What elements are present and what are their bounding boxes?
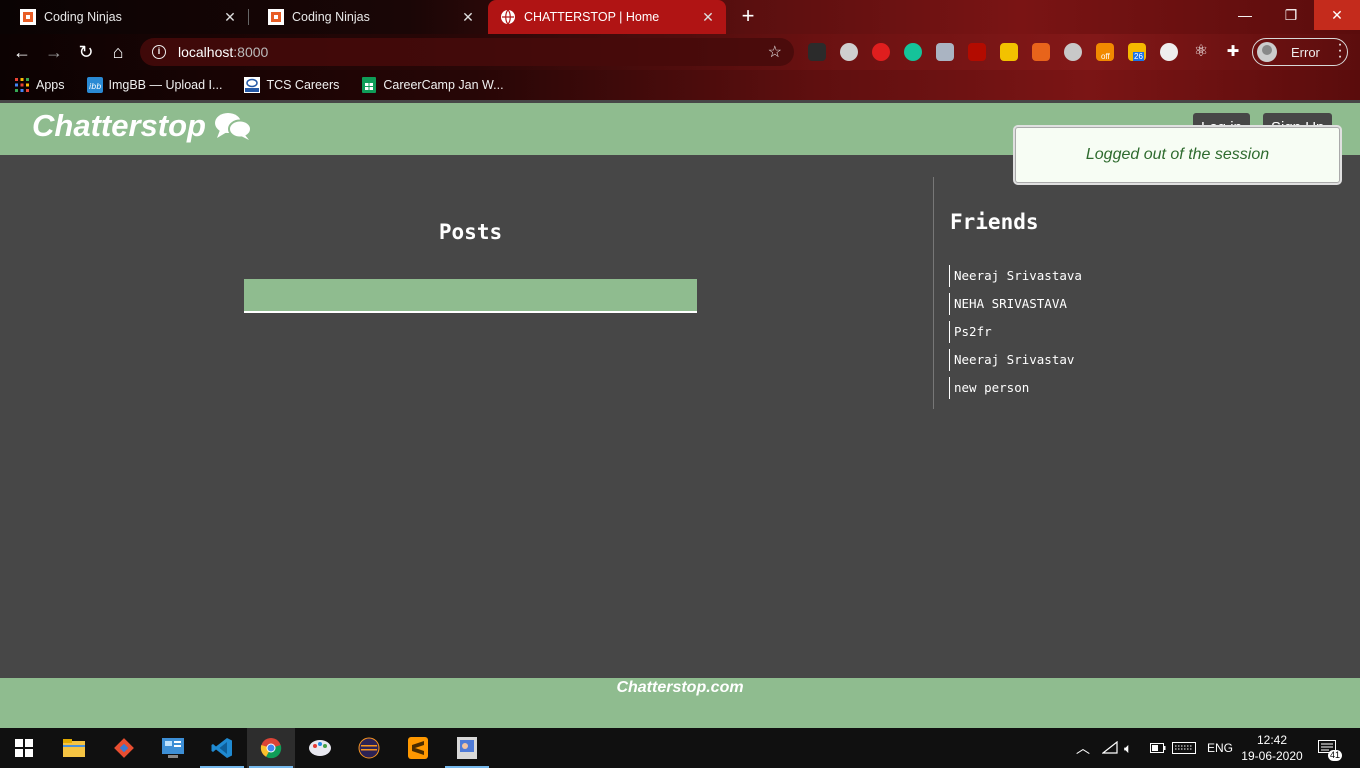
apps-grid-icon (15, 78, 29, 92)
grammarly-extension-icon[interactable] (904, 43, 922, 61)
honey-extension-icon[interactable]: off (1096, 43, 1114, 61)
language-indicator[interactable]: ENG (1207, 728, 1233, 768)
notification-count-badge: 41 (1328, 750, 1343, 761)
home-icon[interactable]: ⌂ (106, 40, 130, 64)
puzzle-extensions-icon[interactable]: ✚ (1224, 43, 1242, 61)
battery-icon[interactable] (1150, 728, 1166, 768)
control-panel-icon[interactable] (149, 728, 197, 768)
sheets-icon (362, 77, 377, 93)
off-badge: off (1100, 52, 1111, 61)
pen-extension-icon[interactable] (808, 43, 826, 61)
new-tab-plus-icon[interactable]: + (736, 5, 760, 29)
posts-heading: Posts (438, 220, 503, 244)
browser-tab-strip: Coding Ninjas ✕ Coding Ninjas ✕ CHATTERS… (0, 0, 1360, 34)
browser-toolbar: ← → ↻ ⌂ i localhost:8000 ☆ off 26 ⚛ ✚ Er… (0, 34, 1360, 70)
notification-center-icon[interactable]: 41 (1318, 728, 1343, 768)
forward-arrow-icon[interactable]: → (42, 40, 66, 64)
bookmark-label: ImgBB — Upload I... (108, 78, 223, 92)
brand-name: Chatterstop (32, 108, 206, 143)
column-divider (933, 177, 934, 409)
reload-icon[interactable]: ↻ (74, 40, 98, 64)
avatar (1257, 42, 1277, 62)
system-clock[interactable]: 12:42 19-06-2020 (1238, 732, 1306, 764)
speed-extension-icon[interactable] (1064, 43, 1082, 61)
tab-title: CHATTERSTOP | Home (524, 10, 660, 24)
profile-label: Error (1291, 44, 1320, 60)
sublime-text-icon[interactable] (394, 728, 442, 768)
adblock-extension-icon[interactable] (872, 43, 890, 61)
keyboard-icon[interactable] (1172, 728, 1196, 768)
git-icon[interactable] (100, 728, 148, 768)
site-footer: Chatterstop.com (0, 678, 1360, 728)
photos-icon[interactable] (443, 728, 491, 768)
svg-text:ibb: ibb (89, 82, 101, 91)
windows-taskbar: ︿ 🔈︎ ENG 12:42 19-06-2020 41 (0, 728, 1360, 768)
bookmark-label: CareerCamp Jan W... (383, 78, 504, 92)
bookmark-label: TCS Careers (266, 78, 340, 92)
globe-icon (501, 9, 515, 25)
window-close-icon[interactable]: ✕ (1314, 0, 1360, 30)
clock-date: 19-06-2020 (1241, 749, 1303, 763)
react-extension-icon[interactable]: ⚛ (1192, 43, 1210, 61)
chat-bubbles-icon (214, 113, 252, 140)
shield-extension-icon[interactable] (936, 43, 954, 61)
kebab-menu-icon[interactable]: · · · (1336, 37, 1344, 65)
face-extension-icon[interactable] (1160, 43, 1178, 61)
clock-time: 12:42 (1256, 733, 1288, 747)
calendar-extension-icon[interactable]: 26 (1128, 43, 1146, 61)
bookmark-tcs-careers[interactable]: TCS Careers (244, 77, 339, 93)
friends-heading: Friends (950, 210, 1039, 234)
footer-link[interactable]: Chatterstop.com (0, 679, 1360, 697)
tab-close-icon[interactable]: ✕ (222, 9, 238, 26)
friend-item[interactable]: new person (949, 377, 1082, 399)
vscode-icon[interactable] (198, 728, 246, 768)
gear-extension-icon[interactable] (840, 43, 858, 61)
tata-icon (244, 77, 261, 93)
logout-notification: Logged out of the session (1015, 127, 1340, 183)
volume-icon[interactable]: 🔈︎ (1124, 728, 1132, 768)
coding-ninjas-favicon-icon (20, 9, 36, 25)
bookmark-label: Apps (36, 78, 65, 92)
friend-item[interactable]: Neeraj Srivastava (949, 265, 1082, 287)
bookmark-imgbb[interactable]: ibb ImgBB — Upload I... (86, 77, 223, 93)
w-extension-icon[interactable] (1000, 43, 1018, 61)
browser-tab-2[interactable]: Coding Ninjas ✕ (248, 0, 486, 34)
pdf-extension-icon[interactable] (968, 43, 986, 61)
paint-icon[interactable] (296, 728, 344, 768)
show-hidden-icons-chevron-icon[interactable]: ︿ (1076, 728, 1090, 768)
calendar-badge: 26 (1133, 52, 1144, 61)
tab-title: Coding Ninjas (44, 10, 122, 24)
restore-icon[interactable]: ❐ (1268, 0, 1314, 30)
fox-extension-icon[interactable] (1032, 43, 1050, 61)
browser-tab-1[interactable]: Coding Ninjas ✕ (0, 0, 248, 34)
eclipse-icon[interactable] (345, 728, 393, 768)
site-info-icon[interactable]: i (152, 45, 166, 59)
coding-ninjas-favicon-icon (268, 9, 284, 25)
file-explorer-icon[interactable] (50, 728, 98, 768)
profile-button[interactable]: Error (1252, 38, 1348, 66)
bookmark-apps[interactable]: Apps (14, 77, 65, 93)
friends-list: Neeraj Srivastava NEHA SRIVASTAVA Ps2fr … (949, 265, 1082, 405)
wifi-icon[interactable] (1102, 728, 1118, 768)
friend-item[interactable]: Ps2fr (949, 321, 1082, 343)
tab-close-icon[interactable]: ✕ (700, 9, 716, 26)
address-bar[interactable]: i localhost:8000 ☆ (140, 38, 794, 66)
post-input-box[interactable] (244, 279, 697, 313)
bookmarks-bar: Apps ibb ImgBB — Upload I... TCS Careers… (0, 70, 1360, 100)
tab-close-icon[interactable]: ✕ (460, 9, 476, 26)
url-host: localhost (178, 44, 234, 60)
friend-item[interactable]: NEHA SRIVASTAVA (949, 293, 1082, 315)
browser-tab-active[interactable]: CHATTERSTOP | Home ✕ (488, 0, 726, 34)
imgbb-icon: ibb (86, 77, 103, 93)
windows-start-icon[interactable] (0, 728, 48, 768)
tab-title: Coding Ninjas (292, 10, 370, 24)
url-port: :8000 (233, 44, 269, 60)
chrome-icon[interactable] (247, 728, 295, 768)
friend-item[interactable]: Neeraj Srivastav (949, 349, 1082, 371)
back-arrow-icon[interactable]: ← (10, 40, 34, 64)
minimize-icon[interactable]: — (1222, 0, 1268, 30)
brand-logo[interactable]: Chatterstop (32, 108, 252, 144)
bookmark-star-icon[interactable]: ☆ (768, 42, 782, 62)
bookmark-careercamp[interactable]: CareerCamp Jan W... (361, 77, 504, 93)
